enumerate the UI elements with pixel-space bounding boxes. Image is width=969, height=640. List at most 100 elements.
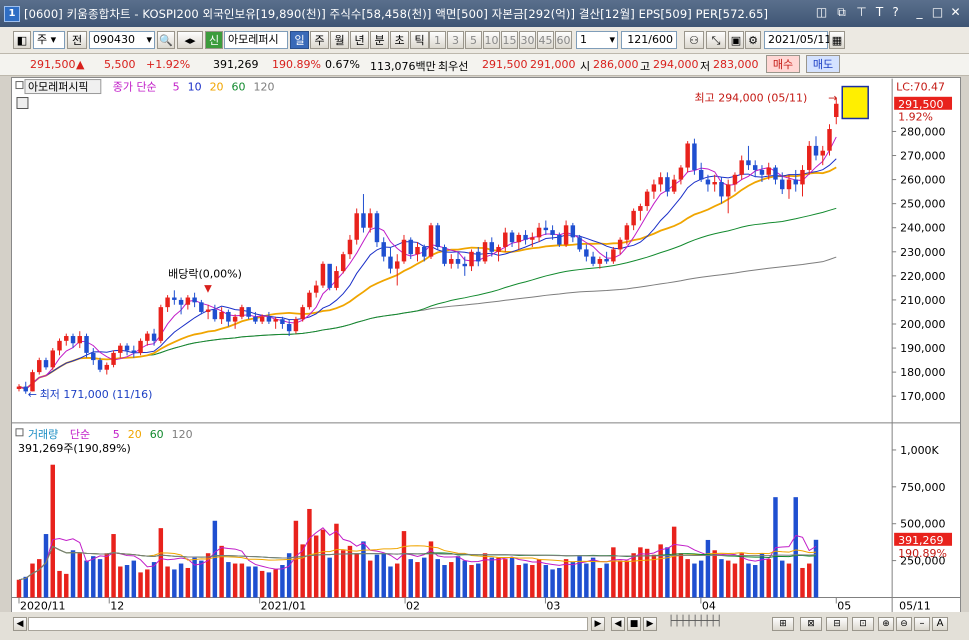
zoom-out-icon[interactable]: ⊖ [896,617,912,631]
price-tick-label: 280,000 [900,125,945,138]
candle-body [590,256,596,264]
candle-body [617,239,623,250]
layout-grid-icon[interactable]: ⊡ [852,617,874,631]
volume-bar [496,557,501,598]
candle-body [692,143,697,170]
interval-button-3[interactable]: 3 [447,31,464,49]
layout-icon[interactable]: ◧ [13,31,31,49]
chart-type-icon[interactable]: ⊞ [772,617,794,631]
compare-icon[interactable]: ⊠ [800,617,822,631]
period-button-3[interactable]: 년 [350,31,369,49]
title-bar: 1 [0600] 키움종합차트 - KOSPI200 외국인보유[19,890(… [0,0,969,27]
period-button-5[interactable]: 초 [390,31,409,49]
interval-button-5[interactable]: 5 [465,31,482,49]
interval-button-60[interactable]: 60 [555,31,572,49]
scroll-left-icon[interactable]: ◀ [13,617,27,631]
candle-body [752,165,758,170]
pin-icon[interactable]: ⊤ [854,5,869,20]
candle-body [91,352,96,361]
candle-body [158,307,164,341]
interval-button-30[interactable]: 30 [519,31,536,49]
volume-bar [178,563,184,598]
volume-bar [23,576,28,598]
minimize-icon[interactable]: _ [912,5,927,20]
candle-body [111,352,116,365]
candle-body [631,210,636,226]
candle-body [313,285,319,293]
period-button-6[interactable]: 틱 [410,31,429,49]
buy-button[interactable]: 매수 [766,55,800,73]
period-button-4[interactable]: 분 [370,31,389,49]
volume-bar [77,553,83,598]
up-arrow-icon: ▲ [76,58,85,71]
price-tick-label: 190,000 [900,342,945,355]
period-button-1[interactable]: 주 [310,31,329,49]
zoom-slider[interactable]: ├┼┼┼┼┼┼┼┤ [668,616,760,632]
text-icon[interactable]: T [872,5,887,20]
period-select[interactable]: 주 ▾ [33,31,65,49]
candle-body [232,316,238,322]
interval-button-10[interactable]: 10 [483,31,500,49]
count-field[interactable]: 121/600 [621,31,677,49]
chart-tools-icon[interactable]: ⚇ [684,31,704,49]
interval-input[interactable]: 1 ▾ [576,31,618,49]
gear-icon[interactable]: ⚙ [745,31,761,49]
overlay-icon[interactable]: ⊟ [826,617,848,631]
play-back-icon[interactable]: ◀ [611,617,625,631]
volume-bar [172,569,177,598]
close-icon[interactable]: ✕ [948,5,963,20]
candle-body [286,323,292,332]
zoom-in-icon[interactable]: ⊕ [878,617,894,631]
chart-area[interactable]: 280,000 270,000 260,000 250,000 240,000 230,0… [11,77,961,619]
period-button-0[interactable]: 일 [290,31,309,49]
candle-body [57,340,62,351]
volume-bar [340,550,346,598]
interval-button-1[interactable]: 1 [429,31,446,49]
window-list-icon[interactable]: ◫ [814,5,829,20]
candle-body [131,350,137,353]
trade-amount: 113,076백만 [370,60,436,73]
restore-icon[interactable]: ⧉ [834,5,849,20]
open-price: 286,000 [593,58,639,71]
volume-bar [253,566,258,598]
interval-button-15[interactable]: 15 [501,31,518,49]
maximize-icon[interactable]: □ [930,5,945,20]
volume-bar [732,563,738,598]
sell-button[interactable]: 매도 [806,55,840,73]
period-button-2[interactable]: 월 [330,31,349,49]
volume-bar [259,570,265,598]
dividend-marker-icon: ▼ [204,283,212,294]
candle-body [307,292,312,308]
help-icon[interactable]: ? [888,5,903,20]
prev-button[interactable]: 전 [67,31,87,49]
shin-button[interactable]: 신 [205,31,223,49]
date-input[interactable]: 2021/05/11 [764,31,831,49]
draw-tools-icon[interactable]: ⤡ [706,31,726,49]
horizontal-scrollbar[interactable] [28,617,588,631]
font-up-button[interactable]: A [932,617,948,631]
stock-code-input[interactable]: 090430 ▾ [89,31,155,49]
interval-button-45[interactable]: 45 [537,31,554,49]
volume-legend-name: 거래량 [28,428,58,441]
calendar-icon[interactable]: ▦ [829,31,845,49]
save-icon[interactable]: ▣ [728,31,744,49]
candle-body [124,345,130,351]
price-tick-label: 230,000 [900,246,945,259]
volume-ma-legend-60: 60 [150,428,164,441]
stop-icon[interactable]: ■ [627,617,641,631]
candle-body [145,333,150,341]
volume-bar [43,534,49,598]
ma-legend-60: 60 [232,81,246,94]
candle-body [739,160,744,175]
speaker-icon[interactable]: ◂▸ [177,31,203,49]
candle-body [259,316,265,322]
volume-bar [266,572,272,598]
candle-body [354,213,359,240]
lc-label: LC:70.47 [896,81,945,94]
volume-bar [476,563,481,598]
search-icon[interactable]: 🔍 [157,31,175,49]
scroll-right-icon[interactable]: ▶ [591,617,605,631]
candle-body [84,336,89,353]
font-down-button[interactable]: – [914,617,930,631]
play-icon[interactable]: ▶ [643,617,657,631]
